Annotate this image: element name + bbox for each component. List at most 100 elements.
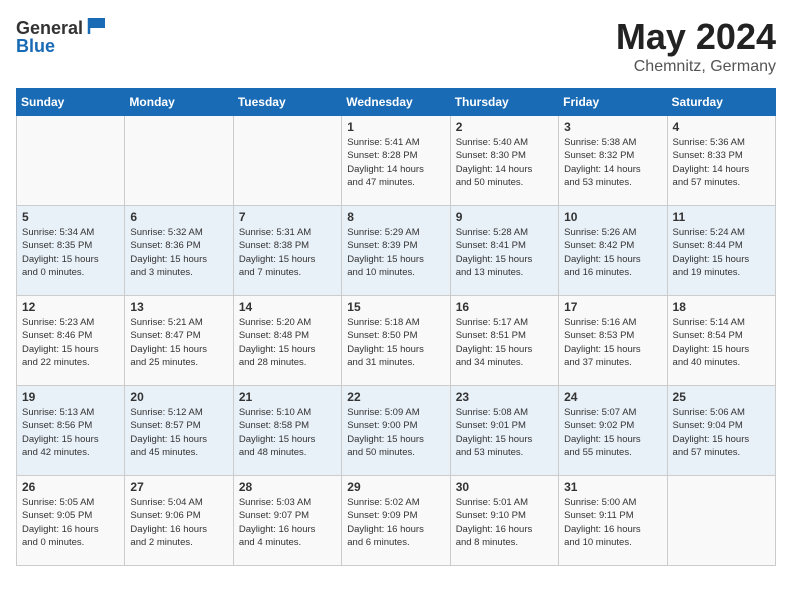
calendar-week-row: 1 Sunrise: 5:41 AM Sunset: 8:28 PM Daylig… bbox=[17, 116, 776, 206]
calendar-cell: 31Sunrise: 5:00 AM Sunset: 9:11 PM Dayli… bbox=[559, 476, 667, 566]
day-info: Sunrise: 5:32 AM Sunset: 8:36 PM Dayligh… bbox=[130, 226, 227, 279]
day-number: 2 bbox=[456, 120, 553, 134]
day-info: Sunrise: 5:18 AM Sunset: 8:50 PM Dayligh… bbox=[347, 316, 444, 369]
day-number: 1 bbox=[347, 120, 444, 134]
day-number: 13 bbox=[130, 300, 227, 314]
day-info: Sunrise: 5:07 AM Sunset: 9:02 PM Dayligh… bbox=[564, 406, 661, 459]
day-info: Sunrise: 5:05 AM Sunset: 9:05 PM Dayligh… bbox=[22, 496, 119, 549]
day-info: Sunrise: 5:02 AM Sunset: 9:09 PM Dayligh… bbox=[347, 496, 444, 549]
day-number: 6 bbox=[130, 210, 227, 224]
day-number: 30 bbox=[456, 480, 553, 494]
calendar-cell: 10 Sunrise: 5:26 AM Sunset: 8:42 PM Dayli… bbox=[559, 206, 667, 296]
weekday-header-monday: Monday bbox=[125, 89, 233, 116]
day-info: Sunrise: 5:38 AM Sunset: 8:32 PM Dayligh… bbox=[564, 136, 661, 189]
calendar-cell: 27 Sunrise: 5:04 AM Sunset: 9:06 PM Dayli… bbox=[125, 476, 233, 566]
calendar-cell: 30Sunrise: 5:01 AM Sunset: 9:10 PM Dayli… bbox=[450, 476, 558, 566]
calendar-cell: 20Sunrise: 5:12 AM Sunset: 8:57 PM Dayli… bbox=[125, 386, 233, 476]
calendar-cell: 16 Sunrise: 5:17 AM Sunset: 8:51 PM Dayli… bbox=[450, 296, 558, 386]
calendar-table: SundayMondayTuesdayWednesdayThursdayFrid… bbox=[16, 88, 776, 566]
day-number: 15 bbox=[347, 300, 444, 314]
day-info: Sunrise: 5:41 AM Sunset: 8:28 PM Dayligh… bbox=[347, 136, 444, 189]
day-number: 16 bbox=[456, 300, 553, 314]
weekday-header-tuesday: Tuesday bbox=[233, 89, 341, 116]
day-number: 19 bbox=[22, 390, 119, 404]
day-info: Sunrise: 5:31 AM Sunset: 8:38 PM Dayligh… bbox=[239, 226, 336, 279]
calendar-cell: 17Sunrise: 5:16 AM Sunset: 8:53 PM Dayli… bbox=[559, 296, 667, 386]
day-info: Sunrise: 5:06 AM Sunset: 9:04 PM Dayligh… bbox=[673, 406, 770, 459]
calendar-cell: 24 Sunrise: 5:07 AM Sunset: 9:02 PM Dayli… bbox=[559, 386, 667, 476]
day-number: 9 bbox=[456, 210, 553, 224]
calendar-cell: 9 Sunrise: 5:28 AM Sunset: 8:41 PM Daylig… bbox=[450, 206, 558, 296]
day-number: 10 bbox=[564, 210, 661, 224]
calendar-cell: 23 Sunrise: 5:08 AM Sunset: 9:01 PM Dayli… bbox=[450, 386, 558, 476]
calendar-cell: 14Sunrise: 5:20 AM Sunset: 8:48 PM Dayli… bbox=[233, 296, 341, 386]
day-info: Sunrise: 5:26 AM Sunset: 8:42 PM Dayligh… bbox=[564, 226, 661, 279]
calendar-cell: 19 Sunrise: 5:13 AM Sunset: 8:56 PM Dayli… bbox=[17, 386, 125, 476]
calendar-cell: 6 Sunrise: 5:32 AM Sunset: 8:36 PM Daylig… bbox=[125, 206, 233, 296]
day-number: 8 bbox=[347, 210, 444, 224]
weekday-header-thursday: Thursday bbox=[450, 89, 558, 116]
weekday-header-row: SundayMondayTuesdayWednesdayThursdayFrid… bbox=[17, 89, 776, 116]
day-info: Sunrise: 5:14 AM Sunset: 8:54 PM Dayligh… bbox=[673, 316, 770, 369]
calendar-cell: 22 Sunrise: 5:09 AM Sunset: 9:00 PM Dayli… bbox=[342, 386, 450, 476]
calendar-cell: 8 Sunrise: 5:29 AM Sunset: 8:39 PM Daylig… bbox=[342, 206, 450, 296]
day-number: 22 bbox=[347, 390, 444, 404]
day-info: Sunrise: 5:09 AM Sunset: 9:00 PM Dayligh… bbox=[347, 406, 444, 459]
calendar-cell: 15 Sunrise: 5:18 AM Sunset: 8:50 PM Dayli… bbox=[342, 296, 450, 386]
day-info: Sunrise: 5:34 AM Sunset: 8:35 PM Dayligh… bbox=[22, 226, 119, 279]
day-number: 3 bbox=[564, 120, 661, 134]
calendar-cell: 7 Sunrise: 5:31 AM Sunset: 8:38 PM Daylig… bbox=[233, 206, 341, 296]
calendar-cell bbox=[233, 116, 341, 206]
calendar-week-row: 12Sunrise: 5:23 AM Sunset: 8:46 PM Dayli… bbox=[17, 296, 776, 386]
calendar-cell: 4 Sunrise: 5:36 AM Sunset: 8:33 PM Daylig… bbox=[667, 116, 775, 206]
day-info: Sunrise: 5:36 AM Sunset: 8:33 PM Dayligh… bbox=[673, 136, 770, 189]
day-info: Sunrise: 5:40 AM Sunset: 8:30 PM Dayligh… bbox=[456, 136, 553, 189]
calendar-cell: 2 Sunrise: 5:40 AM Sunset: 8:30 PM Daylig… bbox=[450, 116, 558, 206]
day-info: Sunrise: 5:13 AM Sunset: 8:56 PM Dayligh… bbox=[22, 406, 119, 459]
day-info: Sunrise: 5:10 AM Sunset: 8:58 PM Dayligh… bbox=[239, 406, 336, 459]
day-info: Sunrise: 5:28 AM Sunset: 8:41 PM Dayligh… bbox=[456, 226, 553, 279]
day-info: Sunrise: 5:17 AM Sunset: 8:51 PM Dayligh… bbox=[456, 316, 553, 369]
day-number: 4 bbox=[673, 120, 770, 134]
calendar-cell bbox=[17, 116, 125, 206]
day-info: Sunrise: 5:04 AM Sunset: 9:06 PM Dayligh… bbox=[130, 496, 227, 549]
day-info: Sunrise: 5:29 AM Sunset: 8:39 PM Dayligh… bbox=[347, 226, 444, 279]
calendar-week-row: 26 Sunrise: 5:05 AM Sunset: 9:05 PM Dayli… bbox=[17, 476, 776, 566]
day-number: 17 bbox=[564, 300, 661, 314]
day-number: 25 bbox=[673, 390, 770, 404]
logo-flag-icon bbox=[85, 16, 107, 36]
day-info: Sunrise: 5:08 AM Sunset: 9:01 PM Dayligh… bbox=[456, 406, 553, 459]
weekday-header-sunday: Sunday bbox=[17, 89, 125, 116]
calendar-cell: 26 Sunrise: 5:05 AM Sunset: 9:05 PM Dayli… bbox=[17, 476, 125, 566]
day-info: Sunrise: 5:00 AM Sunset: 9:11 PM Dayligh… bbox=[564, 496, 661, 549]
day-info: Sunrise: 5:12 AM Sunset: 8:57 PM Dayligh… bbox=[130, 406, 227, 459]
day-number: 21 bbox=[239, 390, 336, 404]
weekday-header-friday: Friday bbox=[559, 89, 667, 116]
day-number: 5 bbox=[22, 210, 119, 224]
day-number: 29 bbox=[347, 480, 444, 494]
day-number: 26 bbox=[22, 480, 119, 494]
calendar-cell bbox=[125, 116, 233, 206]
calendar-cell: 3 Sunrise: 5:38 AM Sunset: 8:32 PM Daylig… bbox=[559, 116, 667, 206]
weekday-header-wednesday: Wednesday bbox=[342, 89, 450, 116]
calendar-cell: 13 Sunrise: 5:21 AM Sunset: 8:47 PM Dayli… bbox=[125, 296, 233, 386]
page-header: General Blue May 2024 Chemnitz, Germany bbox=[16, 16, 776, 76]
day-number: 18 bbox=[673, 300, 770, 314]
day-info: Sunrise: 5:21 AM Sunset: 8:47 PM Dayligh… bbox=[130, 316, 227, 369]
day-number: 12 bbox=[22, 300, 119, 314]
title-block: May 2024 Chemnitz, Germany bbox=[616, 16, 776, 76]
calendar-cell: 18 Sunrise: 5:14 AM Sunset: 8:54 PM Dayli… bbox=[667, 296, 775, 386]
calendar-week-row: 5 Sunrise: 5:34 AM Sunset: 8:35 PM Daylig… bbox=[17, 206, 776, 296]
day-number: 27 bbox=[130, 480, 227, 494]
day-number: 7 bbox=[239, 210, 336, 224]
day-number: 23 bbox=[456, 390, 553, 404]
calendar-cell: 12Sunrise: 5:23 AM Sunset: 8:46 PM Dayli… bbox=[17, 296, 125, 386]
calendar-cell bbox=[667, 476, 775, 566]
day-number: 24 bbox=[564, 390, 661, 404]
calendar-cell: 5 Sunrise: 5:34 AM Sunset: 8:35 PM Daylig… bbox=[17, 206, 125, 296]
day-info: Sunrise: 5:24 AM Sunset: 8:44 PM Dayligh… bbox=[673, 226, 770, 279]
day-number: 11 bbox=[673, 210, 770, 224]
calendar-week-row: 19 Sunrise: 5:13 AM Sunset: 8:56 PM Dayli… bbox=[17, 386, 776, 476]
logo-text-blue: Blue bbox=[16, 36, 55, 57]
calendar-title: May 2024 bbox=[616, 16, 776, 58]
